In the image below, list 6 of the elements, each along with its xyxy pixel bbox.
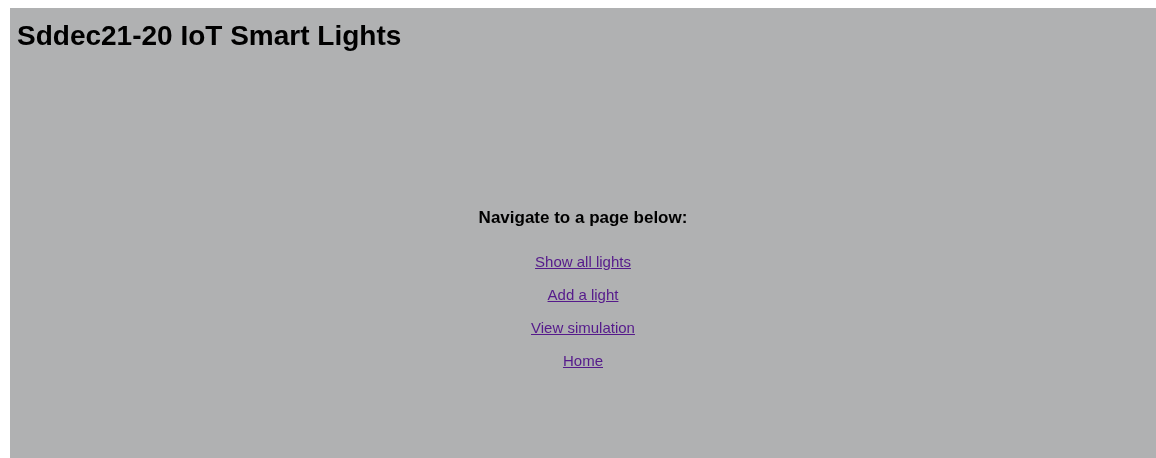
nav-heading: Navigate to a page below: (478, 208, 688, 228)
nav-link[interactable]: Add a light (547, 285, 619, 305)
nav-link[interactable]: Home (563, 351, 603, 371)
page-title: Sddec21-20 IoT Smart Lights (17, 20, 402, 52)
nav-link[interactable]: View simulation (531, 318, 635, 338)
nav-link[interactable]: Show all lights (535, 252, 631, 272)
